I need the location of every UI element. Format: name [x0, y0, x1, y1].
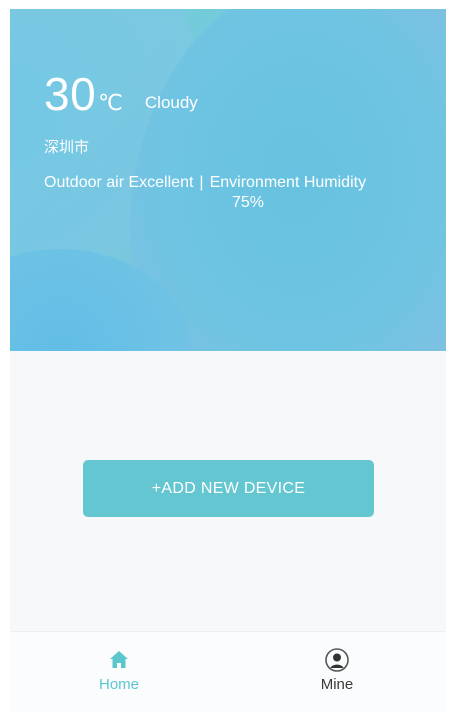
- nav-item-mine[interactable]: Mine: [228, 632, 446, 712]
- air-status: Outdoor air Excellent | Environment Humidi…: [44, 173, 424, 213]
- humidity-value: 75%: [232, 194, 265, 211]
- humidity-label: Environment Humidity: [209, 174, 367, 191]
- city-name: 深圳市: [44, 139, 90, 156]
- nav-label-home: Home: [98, 676, 139, 693]
- nav-label-mine: Mine: [320, 676, 354, 693]
- app-screen: 30 ℃ Cloudy 深圳市 Outdoor air Excellent | En…: [10, 9, 446, 712]
- home-icon: [107, 648, 131, 672]
- add-new-device-button[interactable]: +ADD NEW DEVICE: [83, 460, 374, 517]
- outdoor-air-quality: Outdoor air Excellent: [44, 174, 194, 191]
- user-icon: [325, 648, 349, 672]
- nav-item-home[interactable]: Home: [10, 632, 228, 712]
- temperature-value: 30: [44, 68, 97, 120]
- separator: |: [199, 174, 204, 191]
- bottom-nav: Home Mine: [10, 631, 446, 712]
- temperature-row: 30 ℃ Cloudy: [44, 67, 198, 121]
- temperature-unit: ℃: [98, 90, 123, 115]
- weather-condition: Cloudy: [144, 93, 198, 112]
- weather-header: 30 ℃ Cloudy 深圳市 Outdoor air Excellent | En…: [10, 9, 446, 351]
